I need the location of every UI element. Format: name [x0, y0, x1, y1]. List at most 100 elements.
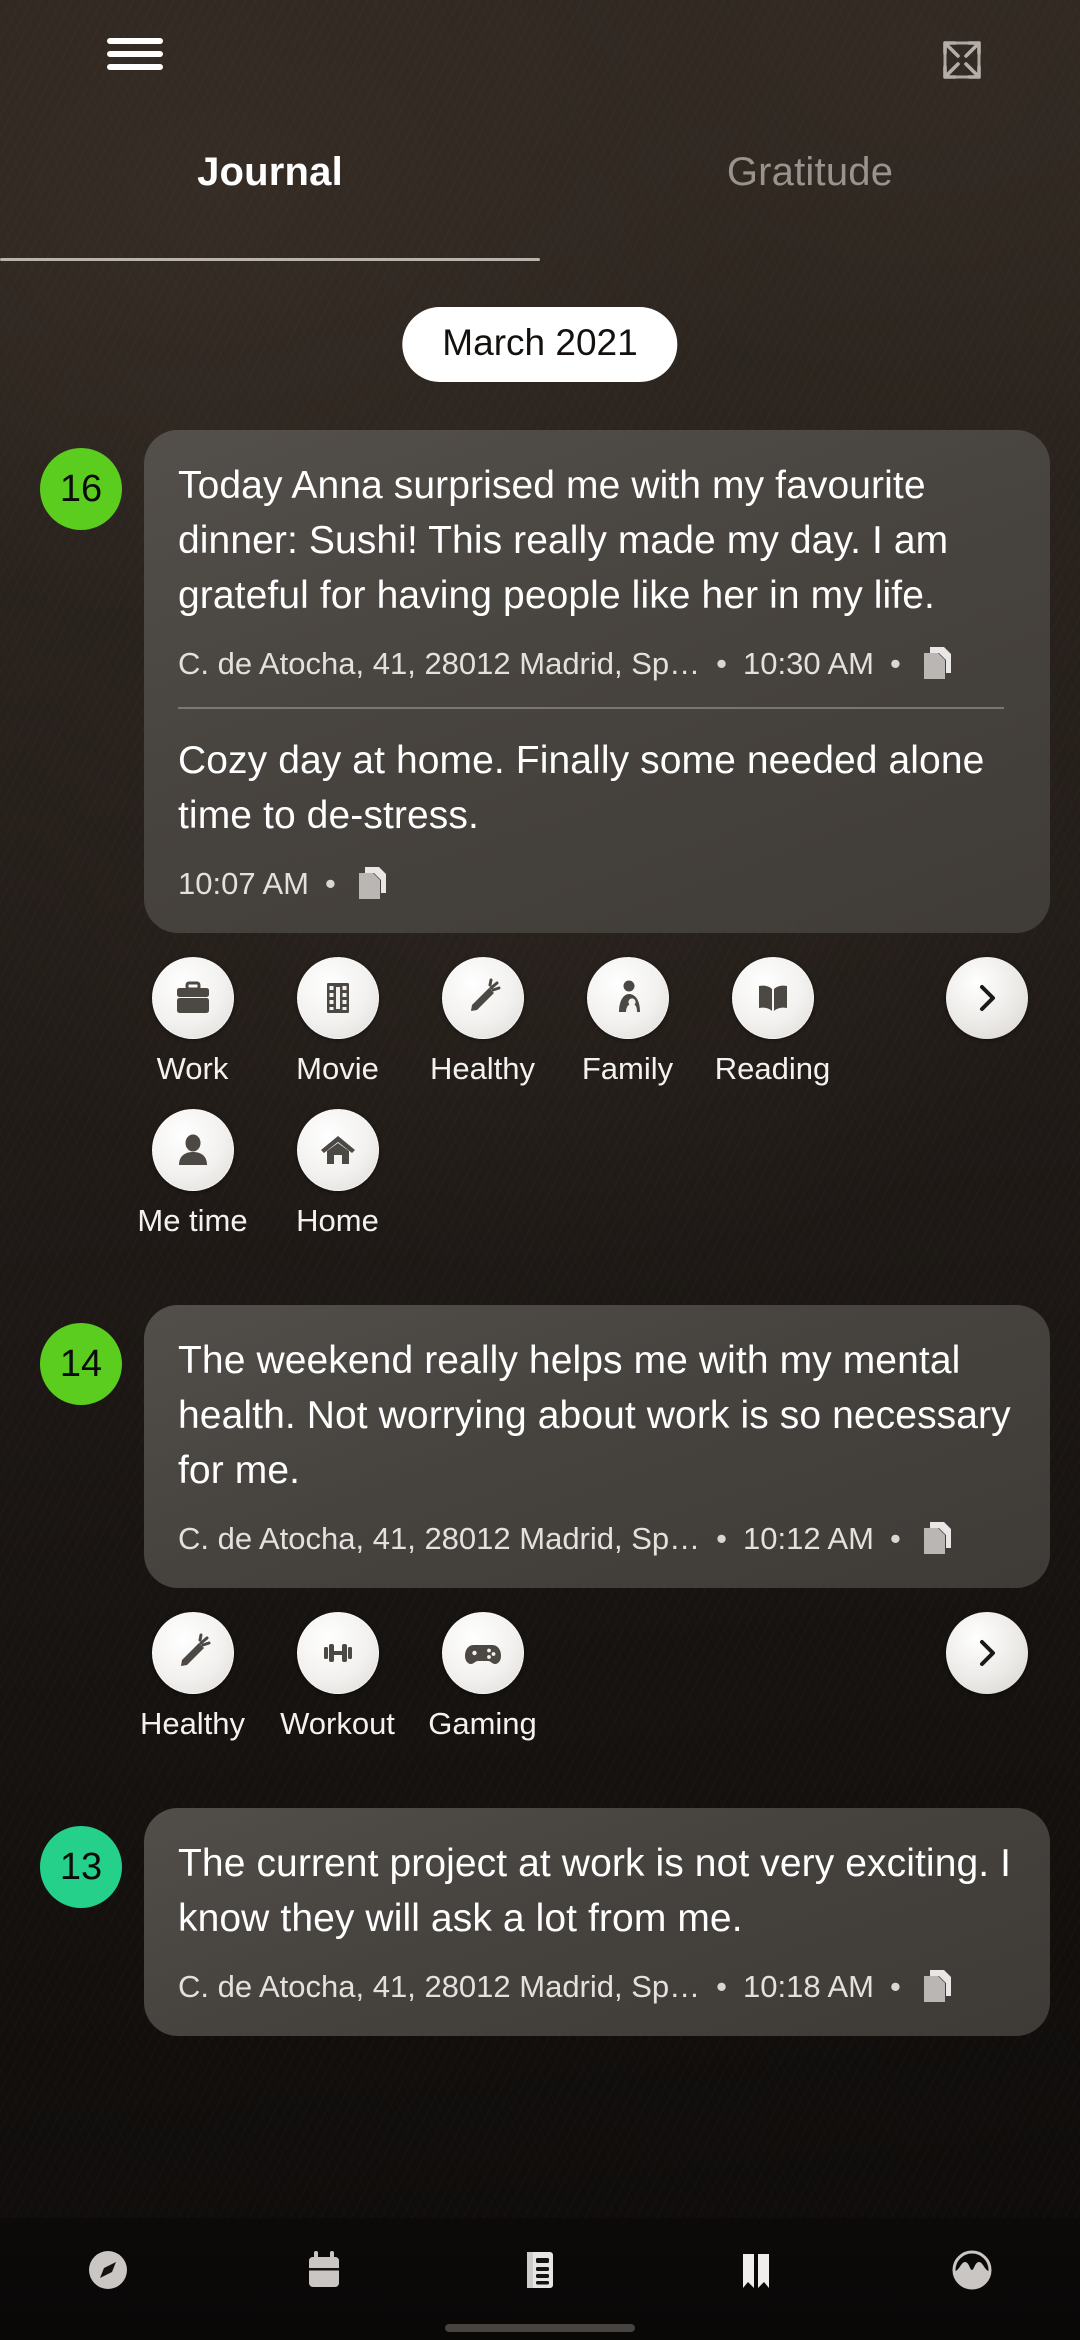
tag-label: Movie — [296, 1051, 379, 1086]
home-indicator — [445, 2324, 635, 2332]
tab-journal[interactable]: Journal — [0, 150, 540, 260]
tab-active-underline — [0, 258, 540, 261]
calendar-icon — [298, 2244, 350, 2296]
tab-gratitude[interactable]: Gratitude — [540, 150, 1080, 260]
tag-row: Work Movie Healthy Family Reading — [120, 957, 900, 1087]
entry-block: 16 Today Anna surprised me with my favou… — [0, 430, 1080, 1239]
tag-list: Healthy Workout Gaming — [0, 1588, 1080, 1742]
copy-pages-icon[interactable] — [356, 865, 390, 903]
hamburger-line — [107, 64, 163, 70]
note-divider — [178, 707, 1004, 709]
month-selector-pill[interactable]: March 2021 — [402, 307, 678, 382]
tag-label: Me time — [137, 1203, 248, 1238]
tag-work[interactable]: Work — [120, 957, 265, 1087]
entry-block: 14 The weekend really helps me with my m… — [0, 1305, 1080, 1742]
copy-pages-icon[interactable] — [921, 645, 955, 683]
carrot-icon — [151, 1612, 234, 1694]
note-text: The weekend really helps me with my ment… — [178, 1339, 1011, 1492]
hamburger-menu-icon[interactable] — [107, 34, 163, 74]
tab-bar: Journal Gratitude — [0, 150, 1080, 260]
day-badge[interactable]: 14 — [40, 1323, 122, 1405]
tag-workout[interactable]: Workout — [265, 1612, 410, 1742]
film-strip-icon — [296, 957, 379, 1039]
meta-separator: • — [890, 1969, 901, 2004]
note-meta: C. de Atocha, 41, 28012 Madrid, Sp… • 10… — [178, 1968, 1016, 2006]
entry-row: 16 Today Anna surprised me with my favou… — [0, 430, 1080, 933]
app-root: Journal Gratitude March 2021 16 Today An… — [0, 0, 1080, 2340]
entry-card[interactable]: Today Anna surprised me with my favourit… — [144, 430, 1050, 933]
meta-separator: • — [890, 646, 901, 681]
toolbox-icon — [151, 957, 234, 1039]
note-meta: 10:07 AM • — [178, 865, 1016, 903]
hamburger-line — [107, 38, 163, 44]
tag-label: Workout — [280, 1706, 395, 1741]
nav-item-journal[interactable] — [432, 2218, 648, 2340]
tag-label: Healthy — [429, 1051, 536, 1086]
open-book-icon — [730, 2244, 782, 2296]
note-time: 10:18 AM — [743, 1969, 874, 2004]
tag-row: Me time Home — [120, 1109, 900, 1239]
bottom-navigation-bar — [0, 2218, 1080, 2340]
note-meta: C. de Atocha, 41, 28012 Madrid, Sp… • 10… — [178, 645, 1016, 683]
note-time: 10:12 AM — [743, 1521, 874, 1556]
note-time: 10:07 AM — [178, 866, 309, 901]
house-icon — [296, 1109, 379, 1191]
entry-card[interactable]: The current project at work is not very … — [144, 1808, 1050, 2036]
hamburger-line — [107, 51, 163, 57]
dumbbell-icon — [296, 1612, 379, 1694]
game-controller-icon — [441, 1612, 524, 1694]
note-location: C. de Atocha, 41, 28012 Madrid, Sp… — [178, 1521, 701, 1556]
note-location: C. de Atocha, 41, 28012 Madrid, Sp… — [178, 1969, 701, 2004]
entry-card[interactable]: The weekend really helps me with my ment… — [144, 1305, 1050, 1588]
show-more-tags-button[interactable] — [946, 1612, 1028, 1694]
nav-item-explore[interactable] — [0, 2218, 216, 2340]
open-book-icon — [731, 957, 814, 1039]
day-badge[interactable]: 16 — [40, 448, 122, 530]
entry-row: 13 The current project at work is not ve… — [0, 1808, 1080, 2036]
note-text: Cozy day at home. Finally some needed al… — [178, 739, 985, 837]
tag-healthy[interactable]: Healthy — [410, 957, 555, 1087]
top-bar — [0, 0, 1080, 120]
tag-gaming[interactable]: Gaming — [410, 1612, 555, 1742]
expand-fullscreen-icon[interactable] — [936, 34, 988, 86]
tag-list: Work Movie Healthy Family Reading Me tim… — [0, 933, 1080, 1239]
note-meta: C. de Atocha, 41, 28012 Madrid, Sp… • 10… — [178, 1520, 1016, 1558]
journal-list-icon — [514, 2244, 566, 2296]
tag-label: Work — [156, 1051, 229, 1086]
tag-label: Reading — [714, 1051, 831, 1086]
carrot-icon — [441, 957, 524, 1039]
entry-row: 14 The weekend really helps me with my m… — [0, 1305, 1080, 1588]
family-icon — [586, 957, 669, 1039]
note-text: The current project at work is not very … — [178, 1842, 1012, 1940]
mood-circle-icon — [946, 2244, 998, 2296]
tag-reading[interactable]: Reading — [700, 957, 845, 1087]
nav-item-diary[interactable] — [648, 2218, 864, 2340]
tag-healthy[interactable]: Healthy — [120, 1612, 265, 1742]
copy-pages-icon[interactable] — [921, 1968, 955, 2006]
note-text: Today Anna surprised me with my favourit… — [178, 464, 949, 617]
tag-label: Gaming — [428, 1706, 537, 1741]
meta-separator: • — [324, 866, 336, 901]
entries-scroll-area[interactable]: 16 Today Anna surprised me with my favou… — [0, 430, 1080, 2036]
nav-item-calendar[interactable] — [216, 2218, 432, 2340]
entry-block: 13 The current project at work is not ve… — [0, 1808, 1080, 2036]
show-more-tags-button[interactable] — [946, 957, 1028, 1039]
meta-separator: • — [716, 1521, 728, 1556]
tag-row: Healthy Workout Gaming — [120, 1612, 900, 1742]
meta-separator: • — [716, 646, 728, 681]
note-time: 10:30 AM — [743, 646, 874, 681]
day-badge[interactable]: 13 — [40, 1826, 122, 1908]
tag-family[interactable]: Family — [555, 957, 700, 1087]
meta-separator: • — [890, 1521, 901, 1556]
tag-me-time[interactable]: Me time — [120, 1109, 265, 1239]
meta-separator: • — [716, 1969, 728, 2004]
note-location: C. de Atocha, 41, 28012 Madrid, Sp… — [178, 646, 701, 681]
person-icon — [151, 1109, 234, 1191]
copy-pages-icon[interactable] — [921, 1520, 955, 1558]
tag-movie[interactable]: Movie — [265, 957, 410, 1087]
tag-home[interactable]: Home — [265, 1109, 410, 1239]
tag-label: Home — [296, 1203, 379, 1238]
nav-item-mood[interactable] — [864, 2218, 1080, 2340]
compass-icon — [82, 2244, 134, 2296]
tag-label: Family — [581, 1051, 674, 1086]
